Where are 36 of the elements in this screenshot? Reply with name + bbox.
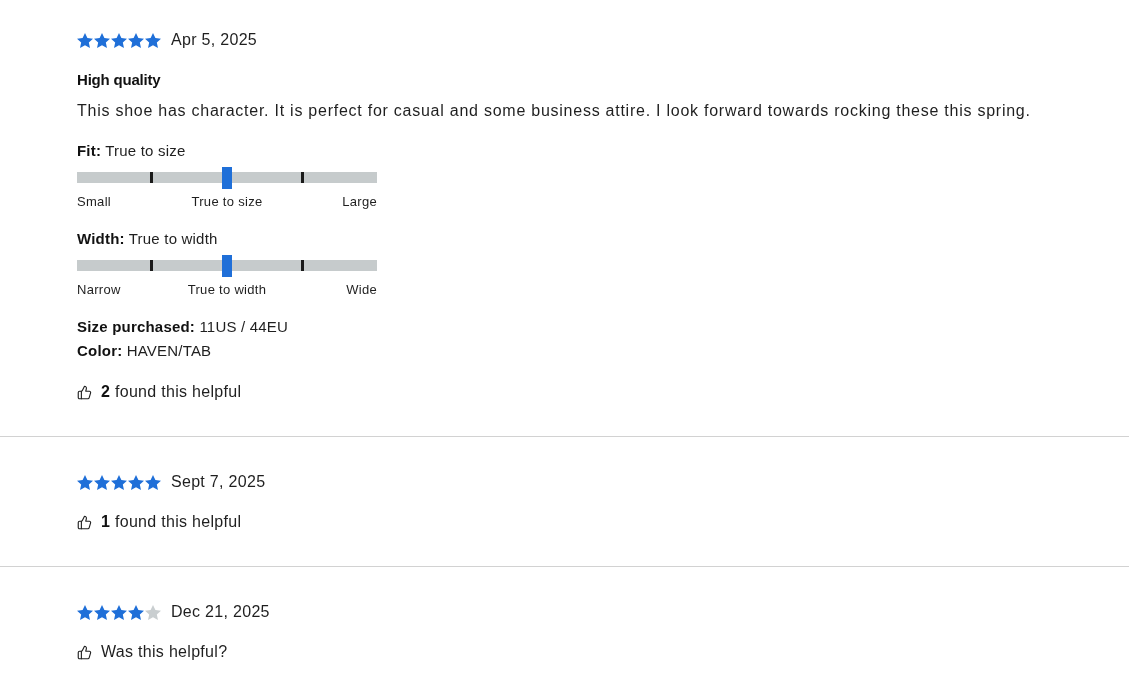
scale-end-label: True to width xyxy=(187,282,267,298)
star-icon xyxy=(94,474,110,490)
scale-label: Fit: True to size xyxy=(77,141,186,161)
scale-end-label: Narrow xyxy=(77,282,121,298)
helpful-button[interactable]: 1 found this helpful xyxy=(77,510,242,534)
helpful-button[interactable]: Was this helpful? xyxy=(77,640,228,664)
scale-end-label: Wide xyxy=(346,282,377,298)
star-icon xyxy=(145,32,161,48)
star-icon xyxy=(111,474,127,490)
review-title: High quality xyxy=(77,70,161,90)
star-icon xyxy=(111,32,127,48)
review-detail: Color: HAVEN/TAB xyxy=(77,341,212,361)
review-date: Dec 21, 2025 xyxy=(171,602,270,622)
scale-end-label: Large xyxy=(342,194,377,210)
scale-end-label: True to size xyxy=(191,194,263,210)
thumbs-up-icon xyxy=(77,514,92,530)
scale-end-label: Small xyxy=(77,194,111,210)
star-icon xyxy=(94,604,110,620)
star-icon xyxy=(77,604,93,620)
review-date: Apr 5, 2025 xyxy=(171,30,258,50)
star-icon xyxy=(111,604,127,620)
star-icon xyxy=(145,474,161,490)
review-text: This shoe has character. It is perfect for casual and some business attire. I look forward towards rocking these this spring. xyxy=(77,101,1031,121)
helpful-button[interactable]: 2 found this helpful xyxy=(77,380,242,404)
star-icon xyxy=(145,604,161,620)
star-icon xyxy=(128,604,144,620)
thumbs-up-icon xyxy=(77,644,92,660)
scale-label: Width: True to width xyxy=(77,229,218,249)
review-date: Sept 7, 2025 xyxy=(171,472,266,492)
star-icon xyxy=(94,32,110,48)
star-icon xyxy=(128,32,144,48)
star-icon xyxy=(77,32,93,48)
thumbs-up-icon xyxy=(77,384,92,400)
review-detail: Size purchased: 11US / 44EU xyxy=(77,317,289,337)
star-icon xyxy=(128,474,144,490)
star-icon xyxy=(77,474,93,490)
